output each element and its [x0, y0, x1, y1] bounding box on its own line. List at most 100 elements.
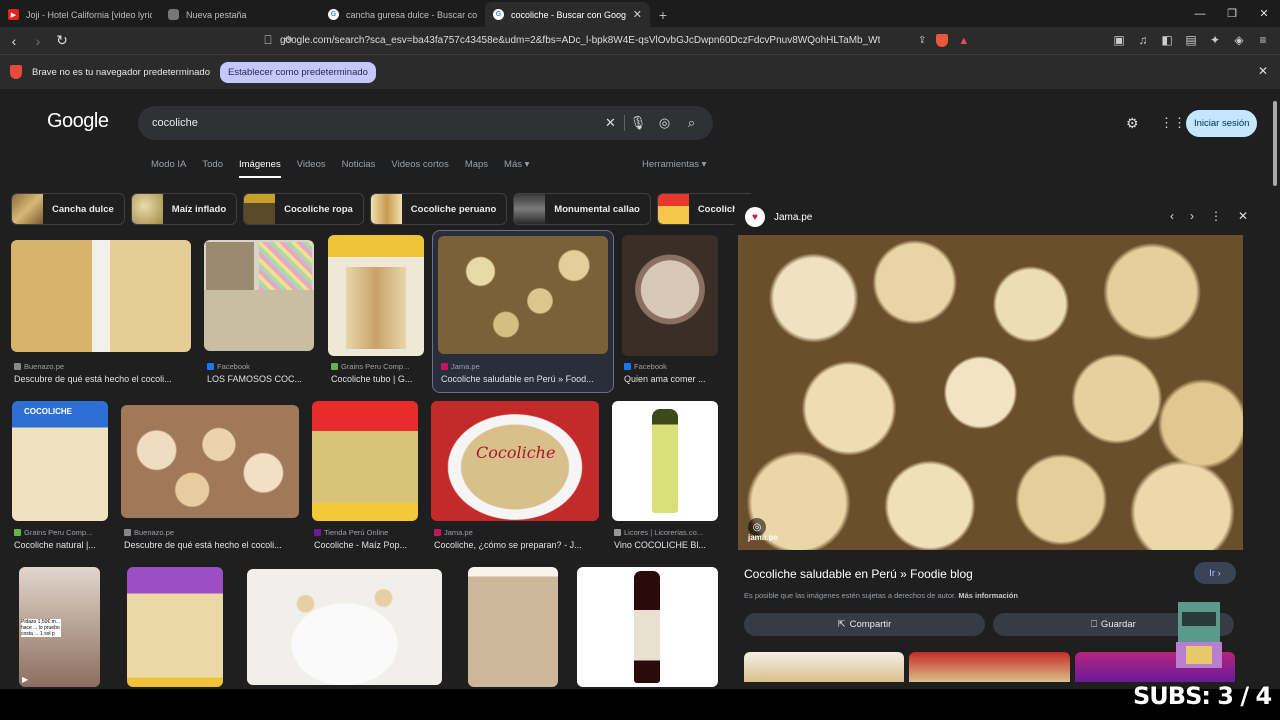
close-infobar-icon[interactable]: ✕ [1258, 64, 1268, 78]
result-image[interactable] [612, 401, 718, 521]
tab-maps[interactable]: Maps [465, 159, 488, 178]
back-icon[interactable]: ‹ [4, 31, 24, 51]
result-caption[interactable]: Descubre de qué está hecho el cocoli... [124, 540, 300, 550]
tab-todo[interactable]: Todo [202, 159, 223, 178]
result-caption[interactable]: Quien ama comer ... [624, 374, 720, 384]
related-thumb[interactable] [744, 652, 904, 682]
vpn-icon[interactable]: ◈ [1230, 31, 1248, 49]
result-image[interactable] [204, 240, 314, 351]
tab-videos[interactable]: Videos [297, 159, 326, 178]
search-icon[interactable]: ⌕ [678, 115, 705, 131]
facebook-icon [207, 363, 214, 370]
bottle [652, 409, 678, 513]
clear-icon[interactable]: ✕ [597, 115, 624, 131]
result-source: Tienda Perú Online [314, 528, 388, 537]
minimize-icon[interactable]: — [1184, 0, 1216, 27]
reading-icon[interactable]: ◧ [1158, 31, 1176, 49]
tab-noticias[interactable]: Noticias [342, 159, 376, 178]
sign-in-button[interactable]: Iniciar sesión [1186, 110, 1258, 137]
result-image[interactable] [127, 567, 223, 687]
reload-icon[interactable]: ↻ [52, 31, 72, 51]
google-logo[interactable]: Google [47, 110, 109, 133]
site-settings-icon[interactable]: ⚙ [284, 35, 293, 46]
tab-new[interactable]: Nueva pestaña [160, 2, 320, 27]
preview-image[interactable]: ◎ jama.pe [738, 235, 1243, 550]
result-image[interactable] [328, 235, 424, 356]
page-scrollbar[interactable] [1270, 89, 1280, 689]
result-image[interactable] [622, 235, 718, 356]
panel-site-name[interactable]: Jama.pe [774, 212, 812, 223]
close-panel-icon[interactable]: ✕ [1238, 209, 1248, 223]
more-options-icon[interactable]: ⋮ [1210, 209, 1222, 223]
set-default-button[interactable]: Establecer como predeterminado [219, 61, 376, 83]
tab-mas[interactable]: Más ▾ [504, 159, 529, 178]
result-caption[interactable]: Cocoliche - Maíz Pop... [314, 540, 422, 550]
menu-icon[interactable]: ≡ [1254, 31, 1272, 49]
result-caption[interactable]: LOS FAMOSOS COC... [207, 374, 317, 384]
result-caption[interactable]: Cocoliche saludable en Perú » Food... [441, 374, 609, 384]
chip-cocoliche-peruano[interactable]: Cocoliche peruano [369, 193, 508, 225]
more-info-link[interactable]: Más información [958, 591, 1018, 600]
tab-cancha[interactable]: G cancha guresa dulce - Buscar con Go [320, 2, 485, 27]
tab-joji[interactable]: ▶ Joji - Hotel California [video lyric [0, 2, 160, 27]
video-overlay-text: Pidazo 1,50€ m... hace ... lo pruebo cos… [21, 619, 61, 637]
result-image[interactable] [438, 236, 608, 354]
share-icon[interactable]: ⇪ [918, 35, 926, 46]
subs-counter: SUBS: 3 / 4 [1133, 682, 1272, 710]
result-image[interactable]: Cocoliche [431, 401, 599, 521]
url-field[interactable]: ⚙ google.com/search?sca_esv=ba43fa757c43… [252, 30, 1002, 51]
lens-icon[interactable]: ◎ [651, 115, 678, 131]
search-box[interactable]: cocoliche ✕ 🎙 ◎ ⌕ [138, 106, 713, 140]
chip-maiz-inflado[interactable]: Maíz inflado [130, 193, 238, 225]
result-image[interactable]: COCOLICHE [12, 401, 108, 521]
scrollbar-thumb[interactable] [1273, 101, 1277, 186]
chip-label: Cancha dulce [52, 203, 114, 215]
result-caption[interactable]: Cocoliche natural |... [14, 540, 110, 550]
tab-modo-ia[interactable]: Modo IA [151, 159, 186, 178]
visit-button[interactable]: Ir › [1194, 562, 1236, 584]
new-tab-button[interactable]: + [650, 2, 676, 27]
search-input[interactable]: cocoliche [152, 117, 597, 129]
result-caption[interactable]: Descubre de qué está hecho el cocoli... [14, 374, 194, 384]
result-image[interactable] [121, 405, 299, 518]
leo-ai-icon[interactable]: ✦ [1206, 31, 1224, 49]
previous-icon[interactable]: ‹ [1170, 209, 1174, 223]
tools-dropdown[interactable]: Herramientas ▾ [642, 159, 706, 170]
result-image[interactable] [247, 569, 442, 685]
result-image[interactable] [577, 567, 718, 687]
brave-rewards-icon[interactable]: ▲ [958, 35, 969, 47]
chip-monumental-callao[interactable]: Monumental callao [513, 193, 651, 225]
mic-icon[interactable]: 🎙 [624, 115, 651, 131]
related-thumb[interactable] [909, 652, 1070, 682]
result-image[interactable] [312, 401, 418, 521]
chip-label: Cocoliche ropa [284, 203, 353, 215]
chip-cocoliche-ropa[interactable]: Cocoliche ropa [243, 193, 364, 225]
google-g-icon: G [328, 9, 339, 20]
brave-shields-icon[interactable] [936, 34, 949, 47]
address-bar: ‹ › ↻ ⎕ ⚙ google.com/search?sca_esv=ba43… [0, 27, 1280, 54]
tab-videos-cortos[interactable]: Videos cortos [391, 159, 448, 178]
settings-gear-icon[interactable]: ⚙ [1126, 115, 1139, 132]
media-icon[interactable]: ♫ [1134, 31, 1152, 49]
result-source: Buenazo.pe [124, 528, 174, 537]
forward-icon[interactable]: › [28, 31, 48, 51]
sidebar-icon[interactable]: ▣ [1110, 31, 1128, 49]
chip-cancha-dulce[interactable]: Cancha dulce [11, 193, 125, 225]
tab-imagenes[interactable]: Imágenes [239, 159, 281, 178]
search-tabs: Modo IA Todo Imágenes Videos Noticias Vi… [151, 159, 545, 178]
wallet-icon[interactable]: ▤ [1182, 31, 1200, 49]
result-caption[interactable]: Cocoliche tubo | G... [331, 374, 423, 384]
share-icon: ⇱ [837, 619, 846, 630]
close-window-icon[interactable]: ✕ [1248, 0, 1280, 27]
next-icon[interactable]: › [1190, 209, 1194, 223]
close-tab-icon[interactable]: ✕ [633, 8, 642, 21]
share-button[interactable]: ⇱ Compartir [744, 613, 985, 636]
restore-icon[interactable]: ❐ [1216, 0, 1248, 27]
result-caption[interactable]: Cocoliche, ¿cómo se preparan? - J... [434, 540, 600, 550]
panel-title[interactable]: Cocoliche saludable en Perú » Foodie blo… [744, 567, 973, 581]
result-caption[interactable]: Vino COCOLICHE Bl... [614, 540, 718, 550]
tab-cocoliche[interactable]: G cocoliche - Buscar con Google ✕ [485, 2, 650, 27]
result-image[interactable] [468, 567, 558, 687]
result-video-thumb[interactable]: Pidazo 1,50€ m... hace ... lo pruebo cos… [19, 567, 100, 687]
result-image[interactable] [11, 240, 191, 352]
